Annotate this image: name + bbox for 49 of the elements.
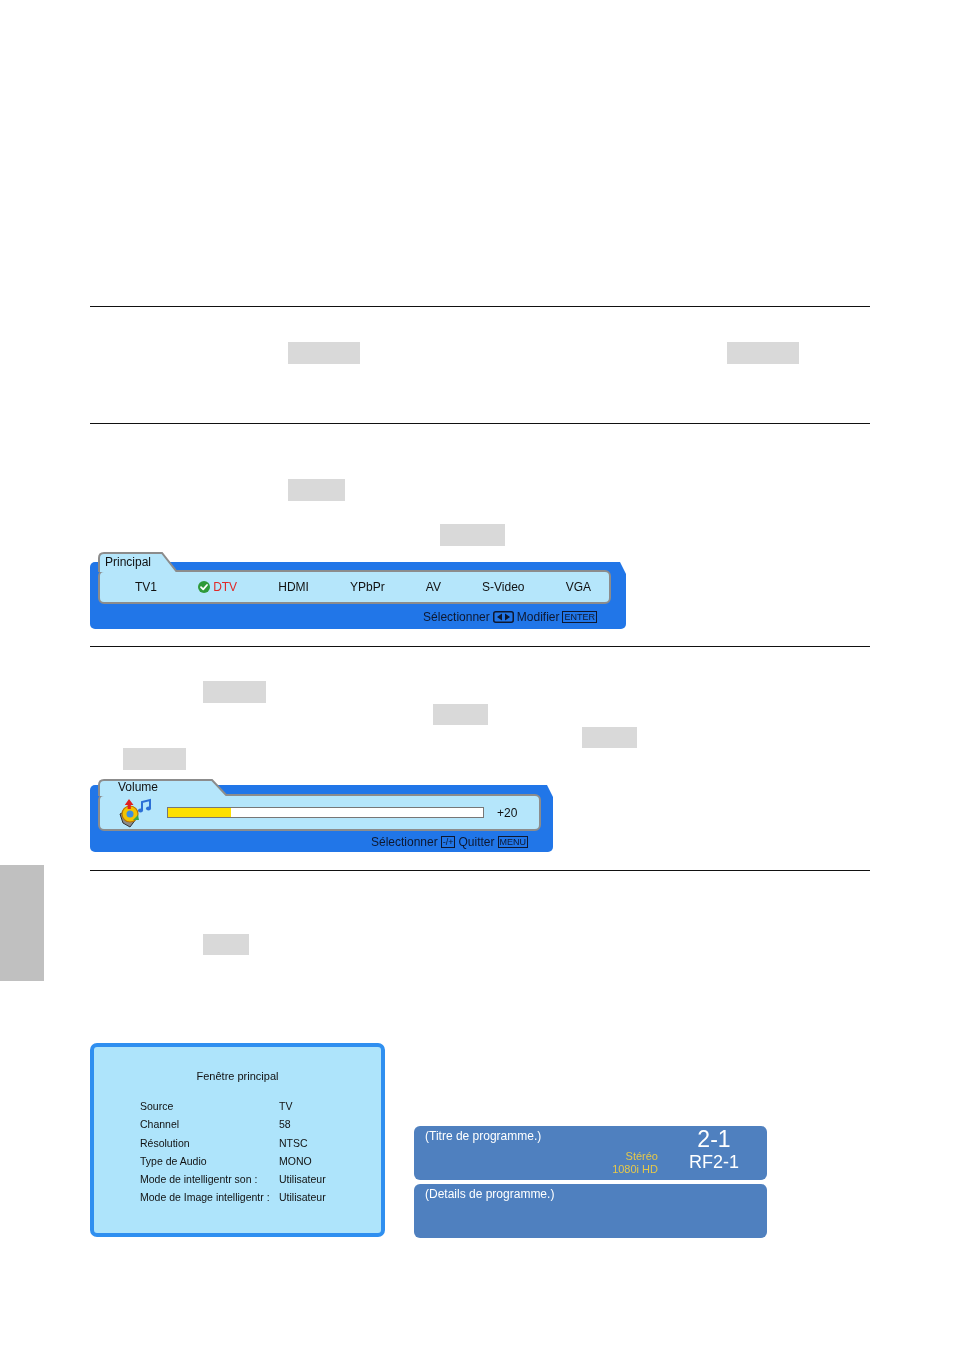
redaction-block: [440, 524, 505, 546]
source-option[interactable]: YPbPr: [350, 580, 385, 594]
redaction-block: [288, 479, 345, 501]
menu-title: Volume: [98, 779, 228, 796]
hint-label: Modifier: [516, 609, 560, 624]
audio-mode: Stéréo: [625, 1150, 658, 1163]
redaction-block: [123, 748, 186, 770]
info-value: MONO: [279, 1153, 313, 1169]
key-cap: MENU: [497, 835, 528, 848]
redaction-block: [203, 934, 249, 955]
info-label: Channel: [140, 1117, 181, 1133]
info-value: Utilisateur: [279, 1172, 327, 1188]
program-details: (Details de programme.): [414, 1184, 767, 1238]
speaker-icon: [117, 797, 153, 828]
redaction-block: [582, 727, 637, 748]
source-option[interactable]: S-Video: [482, 580, 525, 594]
info-label: Mode de Image intelligentr :: [140, 1190, 271, 1206]
volume-reading: +20: [497, 805, 518, 820]
source-option[interactable]: VGA: [565, 580, 591, 594]
hint-label: Sélectionner: [371, 834, 438, 849]
info-label: Source: [140, 1099, 175, 1114]
program-title: (Titre de programme.): [425, 1128, 543, 1143]
info-value: TV: [279, 1099, 294, 1114]
source-option[interactable]: AV: [425, 580, 441, 594]
check-icon: [198, 581, 211, 593]
channel-number: 2-1: [697, 1126, 731, 1151]
info-window-title: Fenêtre principal: [195, 1069, 280, 1083]
volume-track[interactable]: [167, 807, 484, 818]
source-option[interactable]: TV1: [135, 580, 157, 594]
source-option[interactable]: HDMI: [278, 580, 309, 594]
channel-name: RF2-1: [689, 1151, 739, 1173]
redaction-block: [433, 704, 488, 725]
info-value: Utilisateur: [279, 1190, 327, 1206]
redaction-block: [288, 342, 360, 364]
source-option[interactable]: DTV: [198, 580, 238, 594]
info-label: Type de Audio: [140, 1153, 208, 1169]
hint-label: Quitter: [458, 834, 495, 849]
info-label: Mode de intelligentr son :: [140, 1172, 259, 1188]
redaction-block: [203, 681, 266, 703]
key-cap: -/+: [440, 835, 456, 848]
left-right-keys-icon: [492, 610, 514, 623]
hint-label: Sélectionner: [423, 609, 490, 624]
info-label: Résolution: [140, 1135, 191, 1151]
info-value: 58: [279, 1117, 292, 1133]
info-value: NTSC: [279, 1135, 309, 1151]
menu-title: Principal: [98, 552, 178, 572]
redaction-block: [727, 342, 799, 364]
resolution-label: 1080i HD: [612, 1163, 658, 1176]
key-cap: ENTER: [562, 610, 597, 623]
